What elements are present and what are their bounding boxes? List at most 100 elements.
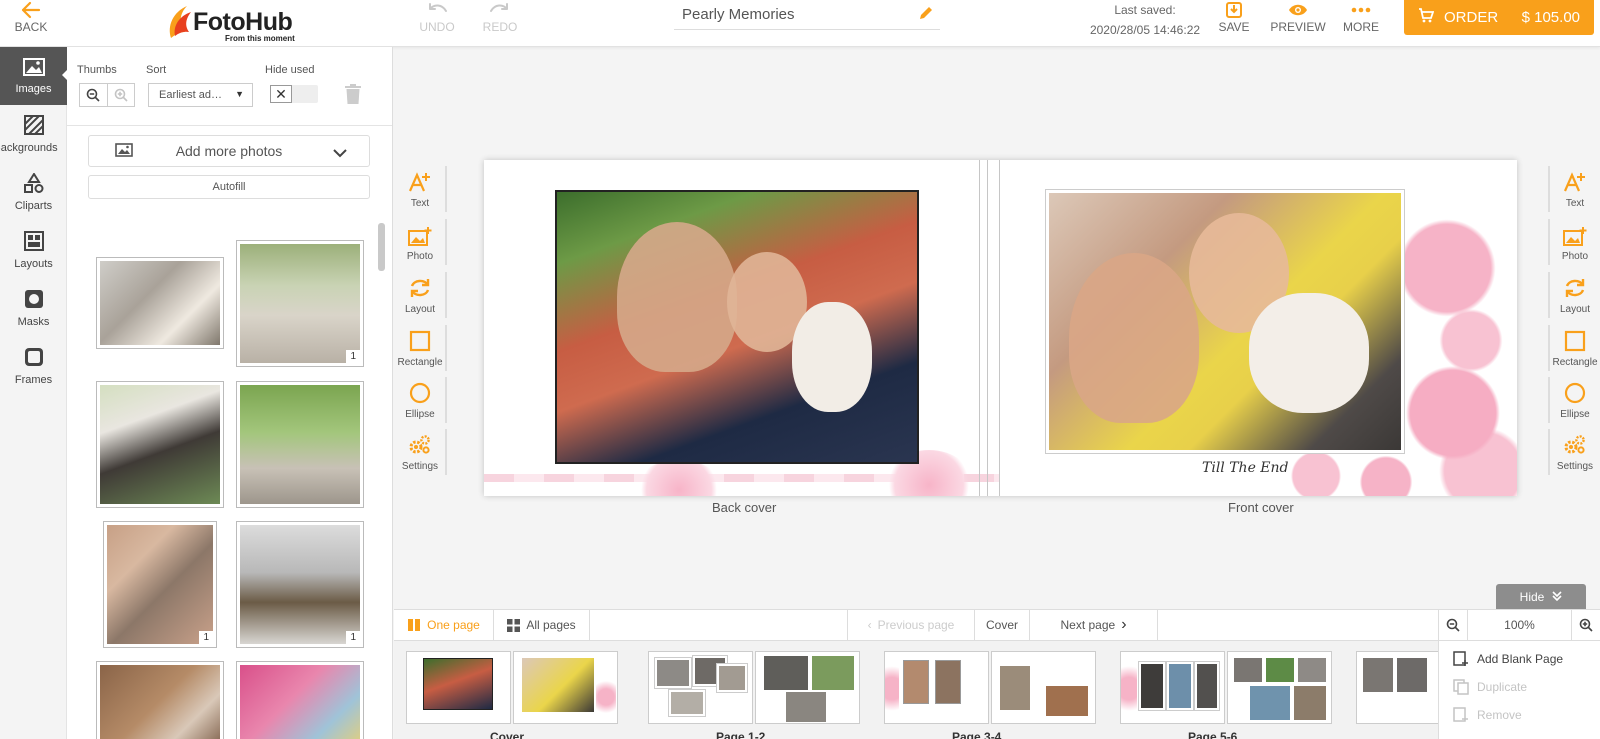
zoom-value: 100% [1504,618,1535,632]
add-photo-tool-right[interactable]: Photo [1548,219,1600,265]
previous-page-button[interactable]: ‹ Previous page [847,610,975,640]
remove-label: Remove [1477,708,1522,722]
grid-icon [507,618,521,632]
fotohub-logo[interactable]: FotoHub From this moment [165,2,305,44]
backgrounds-icon [23,114,44,138]
redo-label: REDO [482,20,518,34]
image-icon [115,143,133,160]
order-button[interactable]: ORDER $ 105.00 [1404,0,1594,35]
photo-thumb[interactable] [236,381,364,508]
rectangle-tool-left[interactable]: Rectangle [395,325,447,371]
undo-button[interactable]: UNDO [414,0,460,47]
project-title-field[interactable]: Pearly Memories [674,0,940,30]
tool-label-settings: Settings [1556,461,1594,472]
layout-tool-left[interactable]: Layout [395,272,447,318]
nav-item-frames[interactable]: Frames [0,337,67,395]
preview-button[interactable]: PREVIEW [1270,0,1326,47]
strip-item-page-3-4[interactable] [884,651,1096,724]
top-toolbar: BACK FotoHub From this moment UNDO REDO … [0,0,1600,47]
settings-tool-right[interactable]: Settings [1548,429,1600,475]
rectangle-icon [1564,330,1586,355]
add-more-label: Add more photos [175,143,283,159]
autofill-button[interactable]: Autofill [88,175,370,199]
nav-item-masks[interactable]: Masks [0,279,67,337]
settings-tool-left[interactable]: Settings [395,429,447,475]
zoom-in-button[interactable] [1572,610,1600,640]
duplicate-label: Duplicate [1477,680,1528,694]
all-pages-view-button[interactable]: All pages [494,610,590,640]
zoom-level: 100% [1468,610,1572,640]
nav-item-cliparts[interactable]: Cliparts [0,163,67,221]
photo-thumb[interactable]: 1 [103,521,217,648]
rectangle-icon [409,330,431,355]
strip-label-page-3-4: Page 3-4 [952,730,1002,739]
ellipse-tool-left[interactable]: Ellipse [395,377,447,423]
project-title: Pearly Memories [682,6,795,23]
strip-item-next[interactable] [1356,651,1438,724]
autofill-label: Autofill [212,181,246,193]
panel-scrollbar[interactable] [378,223,385,271]
redo-button[interactable]: REDO [477,0,523,47]
save-button[interactable]: SAVE [1212,0,1256,47]
strip-item-page-5-6[interactable] [1120,651,1332,724]
photo-thumb[interactable] [96,381,224,508]
photo-thumb[interactable] [236,661,364,739]
current-page-indicator: Cover [975,610,1030,640]
spine-line [987,160,988,496]
more-button[interactable]: MORE [1340,0,1382,47]
save-label: SAVE [1218,20,1250,34]
one-page-view-button[interactable]: One page [394,610,494,640]
cover-caption[interactable]: Till The End [1202,460,1289,476]
tool-label-text: Text [410,198,430,209]
last-saved: Last saved: 2020/28/05 14:46:22 [1070,0,1220,40]
strip-label-page-1-2: Page 1-2 [716,730,766,739]
remove-page-button[interactable]: Remove [1453,707,1522,723]
back-button[interactable]: BACK [8,0,54,47]
add-more-photos-button[interactable]: Add more photos [88,135,370,167]
zoom-out-thumbs-button[interactable] [80,84,108,106]
sort-select[interactable]: Earliest ad… ▼ [148,83,253,107]
photo-thumb[interactable]: 1 [236,521,364,648]
nav-item-images[interactable]: Images [0,47,67,105]
zoom-in-thumbs-button[interactable] [108,84,135,106]
next-page-button[interactable]: Next page › [1030,610,1158,640]
hide-used-toggle[interactable]: ✕ [270,85,318,103]
back-label: BACK [14,20,48,34]
chevron-left-icon: ‹ [867,618,872,632]
zoom-out-button[interactable] [1438,610,1468,640]
add-text-tool-right[interactable]: Text [1548,166,1600,212]
strip-item-cover[interactable] [406,651,618,724]
cover-spread-canvas[interactable]: Till The End [484,160,1517,496]
photo-thumb[interactable]: 1 [236,240,364,367]
ellipse-tool-right[interactable]: Ellipse [1548,377,1600,423]
last-saved-value: 2020/28/05 14:46:22 [1089,23,1201,37]
all-pages-label: All pages [526,618,576,632]
back-cover-photo[interactable] [555,190,919,464]
add-blank-page-button[interactable]: Add Blank Page [1453,651,1563,667]
usage-count: 1 [346,631,360,644]
delete-photos-button[interactable] [345,84,361,109]
pencil-icon[interactable] [918,5,934,26]
tool-label-ellipse: Ellipse [405,409,435,420]
photo-thumb[interactable] [96,661,224,739]
nav-item-backgrounds[interactable]: Backgrounds [0,105,67,163]
tool-label-settings: Settings [401,461,439,472]
rectangle-tool-right[interactable]: Rectangle [1548,325,1600,371]
settings-icon [408,434,432,459]
hide-used-label: Hide used [265,64,315,76]
add-photo-tool-left[interactable]: Photo [395,219,447,265]
front-cover-photo[interactable] [1045,189,1405,454]
undo-icon [426,0,448,20]
chevron-down-icon [333,145,347,161]
nav-item-layouts[interactable]: Layouts [0,221,67,279]
photo-thumb[interactable] [96,257,224,349]
layout-tool-right[interactable]: Layout [1548,272,1600,318]
strip-item-page-1-2[interactable] [648,651,860,724]
panel-divider [67,125,392,126]
duplicate-page-button[interactable]: Duplicate [1453,679,1527,695]
hide-strip-button[interactable]: Hide [1496,584,1586,609]
mask-icon [24,289,44,312]
add-text-tool-left[interactable]: Text [395,166,447,212]
strip-label-page-5-6: Page 5-6 [1188,730,1238,739]
left-nav: Images Backgrounds Cliparts Layouts Mask… [0,47,67,739]
